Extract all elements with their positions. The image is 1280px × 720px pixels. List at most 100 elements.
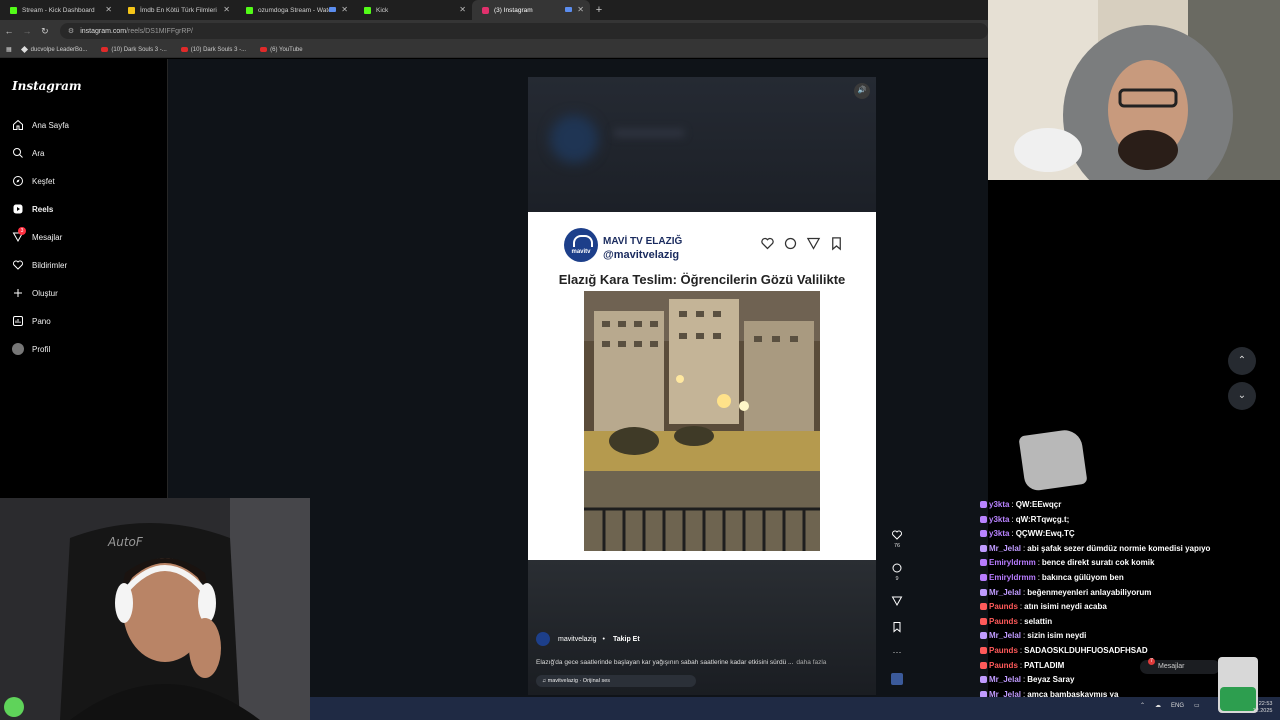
bookmark-item[interactable]: (10) Dark Souls 3 -... [101,47,167,53]
chat-badge-icon [980,544,987,552]
sidebar-item-profile[interactable]: Profil [12,343,50,355]
chat-badge-icon [980,559,987,567]
comment-button[interactable]: 9 [889,562,905,582]
chat-username[interactable]: Paunds [989,646,1018,655]
browser-tab-active[interactable]: (3) Instagram ✕ [472,0,590,20]
chat-badge-icon [980,603,987,611]
chat-username[interactable]: Mr_Jelal [989,544,1021,553]
chat-text: bakınca gülüyom ben [1041,573,1124,582]
webcam-person [988,0,1280,180]
chat-username[interactable]: y3kta [989,500,1009,509]
audio-thumbnail[interactable] [891,673,903,685]
heart-icon [892,530,902,540]
sidebar-item-messages[interactable]: 3 Mesajlar [12,227,62,243]
chat-separator: : [1011,529,1014,539]
kick-favicon-icon [246,6,253,14]
url-path: /reels/DS1MIFFgrRP/ [126,27,193,35]
browser-tab[interactable]: Stream - Kick Dashboard ✕ [0,0,118,20]
card-handle: @mavitvelazig [603,249,680,261]
messages-pill[interactable]: 7 Mesajlar [1140,658,1220,674]
chat-username[interactable]: y3kta [989,515,1009,524]
close-icon[interactable]: ✕ [223,5,230,15]
next-reel-button[interactable]: ⌄ [1228,382,1256,410]
browser-tab[interactable]: Kick ✕ [354,0,472,20]
chat-text: QÇWW:Ewq.TÇ [1015,529,1075,539]
mascot-icon [4,697,24,717]
sidebar-item-create[interactable]: Oluştur [12,287,58,299]
separator-dot: • [602,635,605,643]
new-tab-button[interactable]: + [590,4,608,16]
chat-separator: : [1019,646,1023,655]
chat-separator: : [1019,616,1023,626]
reel-player[interactable]: 🔊 mavitv MAVİ TV ELAZIĞ @mavitvelazig El… [528,77,876,695]
share-icon [891,596,903,607]
chat-message: Mr_Jelal: beğenmeyenleri anlayabiliyorum [980,588,1151,597]
close-icon[interactable]: ✕ [459,5,466,15]
previous-reel-button[interactable]: ⌃ [1228,347,1256,375]
chat-username[interactable]: Mr_Jelal [989,631,1021,640]
browser-tab[interactable]: ozumdoga Stream - Watch ✕ [236,0,354,20]
more-link[interactable]: daha fazla [796,659,826,666]
chat-text: sizin isim neydi [1027,631,1087,641]
bookmark-item[interactable]: (10) Dark Souls 3 -... [180,47,246,53]
chat-username[interactable]: Paunds [989,661,1018,670]
volume-icon[interactable]: 🔊 [854,83,870,99]
network-icon[interactable]: ☁ [1155,702,1161,709]
audio-pill[interactable]: ♫ mavitvelazig · Orijinal ses [536,675,696,687]
sidebar-item-notifications[interactable]: Bildirimler [12,259,67,271]
close-icon[interactable]: ✕ [341,5,348,15]
chat-username[interactable]: Paunds [989,602,1018,611]
sidebar-item-explore[interactable]: Keşfet [12,175,55,187]
sidebar-item-reels[interactable]: Reels [12,203,53,215]
instagram-logo[interactable]: Instagram [12,79,82,93]
bookmarks-bar: ▦ ducvolpe LeaderBo... (10) Dark Souls 3… [0,42,988,58]
chat-username[interactable]: y3kta [989,529,1009,538]
chat-username[interactable]: Emiryldrmm [989,558,1036,567]
chat-username[interactable]: Emiryldrmm [989,573,1036,582]
sidebar-item-dashboard[interactable]: Pano [12,315,51,327]
chat-username[interactable]: Paunds [989,617,1018,626]
chat-separator: : [1037,573,1040,582]
sidebar-item-search[interactable]: Ara [12,147,44,159]
chat-username[interactable]: Mr_Jelal [989,675,1021,684]
sidebar-item-home[interactable]: Ana Sayfa [12,119,69,131]
browser-tab[interactable]: İmdb En Kötü Türk Filmleri ✕ [118,0,236,20]
apps-icon[interactable]: ▦ [6,46,12,53]
author-username[interactable]: mavitvelazig [558,636,597,643]
reel-info: mavitvelazig • Takip Et Elazığ'da gece s… [528,560,876,695]
webcam-overlay-bottom: AutoF [0,498,310,720]
media-playing-icon[interactable] [329,7,336,12]
video-frame [584,291,820,551]
forward-button[interactable]: → [18,26,36,36]
chat-text: abi şafak sezer dümdüz normie komedisi y… [1027,543,1211,553]
card-action-icons [760,236,844,251]
chat-message: y3kta: QÇWW:Ewq.TÇ [980,529,1075,538]
kick-favicon-icon [10,6,17,14]
clock[interactable]: 22:53 ...12.2025 [1248,701,1272,715]
close-icon[interactable]: ✕ [577,5,584,15]
share-button[interactable] [889,595,905,609]
display-icon[interactable]: ▭ [1194,702,1200,709]
chat-username[interactable]: Mr_Jelal [989,588,1021,597]
address-bar[interactable]: ⚙ instagram.com/reels/DS1MIFFgrRP/ [59,23,989,39]
reels-icon [13,204,23,214]
like-button[interactable]: 76 [889,529,905,549]
chat-badge-icon [980,530,987,538]
avatar[interactable] [536,632,550,646]
language-indicator[interactable]: ENG [1171,703,1184,709]
more-options-icon[interactable]: ··· [889,647,905,657]
back-button[interactable]: ← [0,26,18,36]
bookmark-icon [832,237,841,251]
blurred-background [528,77,876,212]
close-icon[interactable]: ✕ [105,5,112,15]
bookmark-item[interactable]: ducvolpe LeaderBo... [20,45,87,54]
media-playing-icon[interactable] [565,7,572,12]
save-button[interactable] [889,621,905,635]
unread-badge: 3 [18,227,26,235]
chevron-up-icon[interactable]: ⌃ [1140,702,1145,709]
site-info-icon[interactable]: ⚙ [68,27,74,35]
bookmark-item[interactable]: (6) YouTube [260,47,303,53]
heart-icon [761,237,774,250]
reload-button[interactable]: ↻ [36,26,54,37]
follow-button[interactable]: Takip Et [613,636,640,643]
